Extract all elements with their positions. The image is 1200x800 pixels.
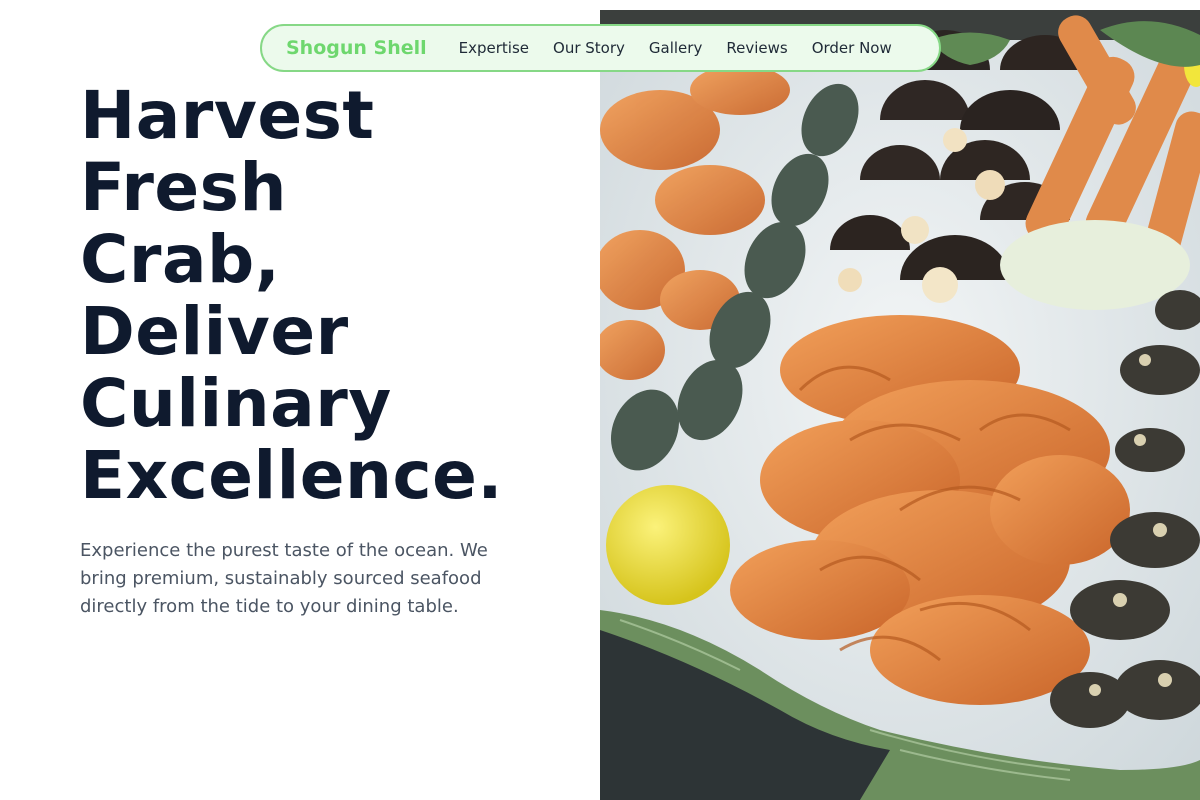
headline-line: Crab,	[80, 221, 281, 298]
seafood-platter-image	[600, 10, 1200, 800]
headline-line: Deliver	[80, 293, 349, 370]
nav-link-order-now[interactable]: Order Now	[812, 39, 892, 57]
nav-link-gallery[interactable]: Gallery	[649, 39, 702, 57]
nav-link-our-story[interactable]: Our Story	[553, 39, 625, 57]
headline-line: Excellence.	[80, 437, 503, 514]
nav-link-expertise[interactable]: Expertise	[459, 39, 529, 57]
seafood-illustration	[600, 10, 1200, 800]
headline-line: Culinary	[80, 365, 392, 442]
headline-line: Fresh	[80, 149, 287, 226]
headline-line: Harvest	[80, 77, 375, 154]
hero-headline: Harvest Fresh Crab, Deliver Culinary Exc…	[80, 80, 580, 512]
top-navigation: Shogun Shell Expertise Our Story Gallery…	[260, 24, 941, 72]
brand-logo[interactable]: Shogun Shell	[286, 37, 427, 59]
nav-links: Expertise Our Story Gallery Reviews Orde…	[459, 39, 892, 57]
hero-description: Experience the purest taste of the ocean…	[80, 540, 488, 617]
nav-link-reviews[interactable]: Reviews	[726, 39, 787, 57]
landing-page: Shogun Shell Expertise Our Story Gallery…	[0, 0, 1200, 800]
